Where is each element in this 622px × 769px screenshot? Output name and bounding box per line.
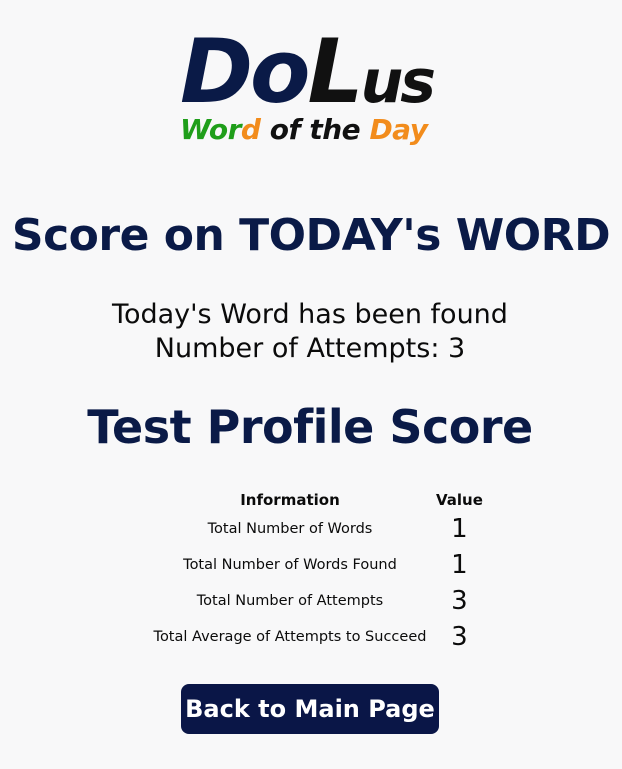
row-label: Total Average of Attempts to Succeed — [153, 629, 427, 645]
column-header-value: Value — [436, 491, 483, 509]
logo-subtitle: Word of the Day — [180, 113, 428, 146]
row-value: 1 — [451, 514, 468, 544]
logo-title: DoLus — [180, 28, 436, 117]
today-attempts-text: Number of Attempts: 3 — [154, 333, 466, 364]
logo-subtitle-wor: Wor — [180, 113, 241, 146]
profile-score-heading: Test Profile Score — [87, 400, 533, 454]
today-score-heading: Score on TODAY's WORD — [11, 210, 611, 261]
logo-subtitle-d: d — [240, 113, 261, 146]
back-to-main-page-button[interactable]: Back to Main Page — [181, 684, 439, 734]
row-value: 3 — [451, 586, 468, 616]
table-row: Total Number of Words 1 — [148, 512, 485, 546]
row-label: Total Number of Words — [207, 521, 373, 537]
page: DoLus Word of the Day Score on TODAY's W… — [0, 0, 622, 769]
logo-subtitle-day: Day — [369, 113, 428, 146]
row-value: 1 — [451, 550, 468, 580]
table-header-row: Information Value — [148, 490, 485, 510]
logo-title-do: Do — [180, 20, 311, 123]
dolus-logo: DoLus Word of the Day — [180, 28, 442, 158]
table-row: Total Number of Attempts 3 — [148, 584, 485, 618]
logo-title-l: L — [307, 20, 364, 123]
row-label: Total Number of Attempts — [196, 593, 384, 609]
today-found-text: Today's Word has been found — [112, 299, 508, 330]
table-row: Total Average of Attempts to Succeed 3 — [148, 620, 485, 654]
row-label: Total Number of Words Found — [183, 557, 397, 573]
logo-title-us: us — [360, 47, 436, 117]
today-status: Today's Word has been found Number of At… — [0, 298, 620, 366]
profile-score-table: Information Value Total Number of Words … — [146, 488, 487, 656]
logo-subtitle-of-the: of the — [260, 113, 370, 146]
column-header-information: Information — [240, 491, 340, 509]
table-row: Total Number of Words Found 1 — [148, 548, 485, 582]
row-value: 3 — [451, 622, 468, 652]
